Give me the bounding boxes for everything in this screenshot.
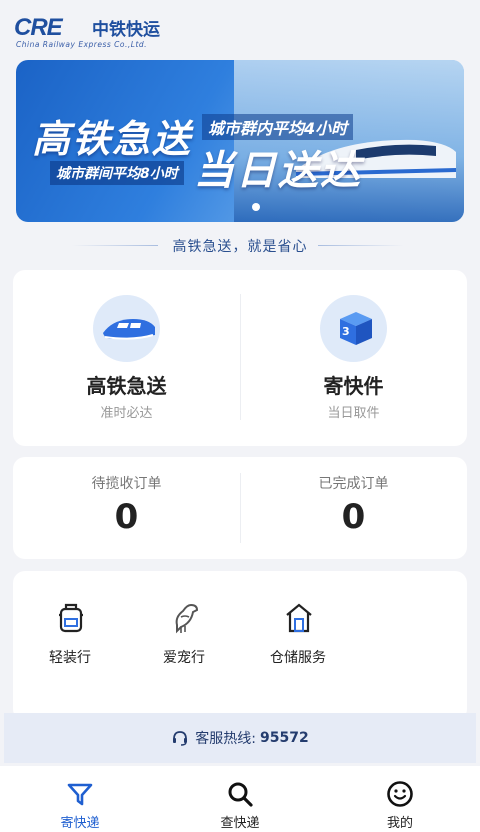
tab-send-express[interactable]: 寄快递 (0, 766, 160, 832)
slogan-row: 高铁急送，就是省心 (0, 236, 480, 256)
orders-completed[interactable]: 已完成订单 0 (240, 457, 467, 559)
banner-headline: 当日送达 (194, 148, 362, 194)
hotline-label: 客服热线: (195, 731, 256, 747)
service-high-speed-express[interactable]: 高铁急送 准时必达 (13, 270, 240, 446)
orders-card: 待揽收订单 0 已完成订单 0 (13, 457, 467, 559)
tool-label: 仓储服务 (270, 650, 326, 666)
high-speed-train-icon (93, 295, 160, 362)
warehouse-icon (286, 603, 312, 633)
hotline-number[interactable]: 95572 (260, 730, 309, 746)
brand-logo: CRE 中铁快运 China Railway Express Co.,Ltd. (14, 10, 184, 52)
banner-tag-between: 城市群间平均8小时 (50, 161, 184, 185)
tab-label: 查快递 (220, 816, 260, 831)
tab-label: 寄快递 (60, 816, 100, 831)
logo-mark: CRE (14, 14, 63, 41)
slogan-text: 高铁急送，就是省心 (172, 239, 308, 255)
search-icon (228, 782, 253, 807)
service-desc: 准时必达 (100, 406, 153, 421)
services-card: 高铁急送 准时必达 3 寄快件 当日取件 (13, 270, 467, 446)
orders-pending-count: 0 (114, 497, 139, 537)
promo-banner[interactable]: 高铁急送 城市群内平均4小时 城市群间平均8小时 当日送达 (16, 60, 464, 222)
parcel-box-icon: 3 (320, 295, 387, 362)
tab-label: 我的 (386, 816, 413, 831)
bird-icon (175, 603, 199, 634)
banner-page-indicator (252, 203, 260, 211)
tools-card: 轻装行 爱宠行 仓储服务 (13, 571, 467, 721)
tool-warehouse-service[interactable]: 仓储服务 (253, 601, 343, 681)
orders-completed-count: 0 (341, 497, 366, 537)
orders-pending-label: 待揽收订单 (91, 476, 162, 492)
orders-pending[interactable]: 待揽收订单 0 (13, 457, 240, 559)
slogan-divider-right (318, 245, 404, 246)
service-send-parcel[interactable]: 3 寄快件 当日取件 (240, 270, 467, 446)
bottom-tab-bar: 寄快递 查快递 我的 (0, 766, 480, 832)
backpack-icon (59, 603, 83, 633)
headset-icon (173, 731, 188, 746)
smiley-icon (387, 781, 413, 807)
svg-text:3: 3 (342, 325, 350, 338)
tool-label: 轻装行 (49, 650, 91, 666)
tool-light-travel[interactable]: 轻装行 (25, 601, 115, 681)
customer-hotline[interactable]: 客服热线: 95572 (4, 713, 476, 763)
banner-title: 高铁急送 (32, 117, 193, 161)
tool-pet-travel[interactable]: 爱宠行 (139, 601, 229, 681)
send-icon (67, 783, 93, 806)
banner-tag-inner: 城市群内平均4小时 (202, 114, 354, 140)
tool-label: 爱宠行 (163, 650, 205, 666)
brand-name-cn: 中铁快运 (92, 20, 160, 40)
tab-profile[interactable]: 我的 (320, 766, 480, 832)
service-name: 高铁急送 (86, 374, 167, 398)
brand-name-en: China Railway Express Co.,Ltd. (16, 40, 148, 49)
tab-track-express[interactable]: 查快递 (160, 766, 320, 832)
service-desc: 当日取件 (327, 406, 380, 421)
orders-completed-label: 已完成订单 (318, 476, 389, 492)
service-name: 寄快件 (323, 374, 384, 398)
